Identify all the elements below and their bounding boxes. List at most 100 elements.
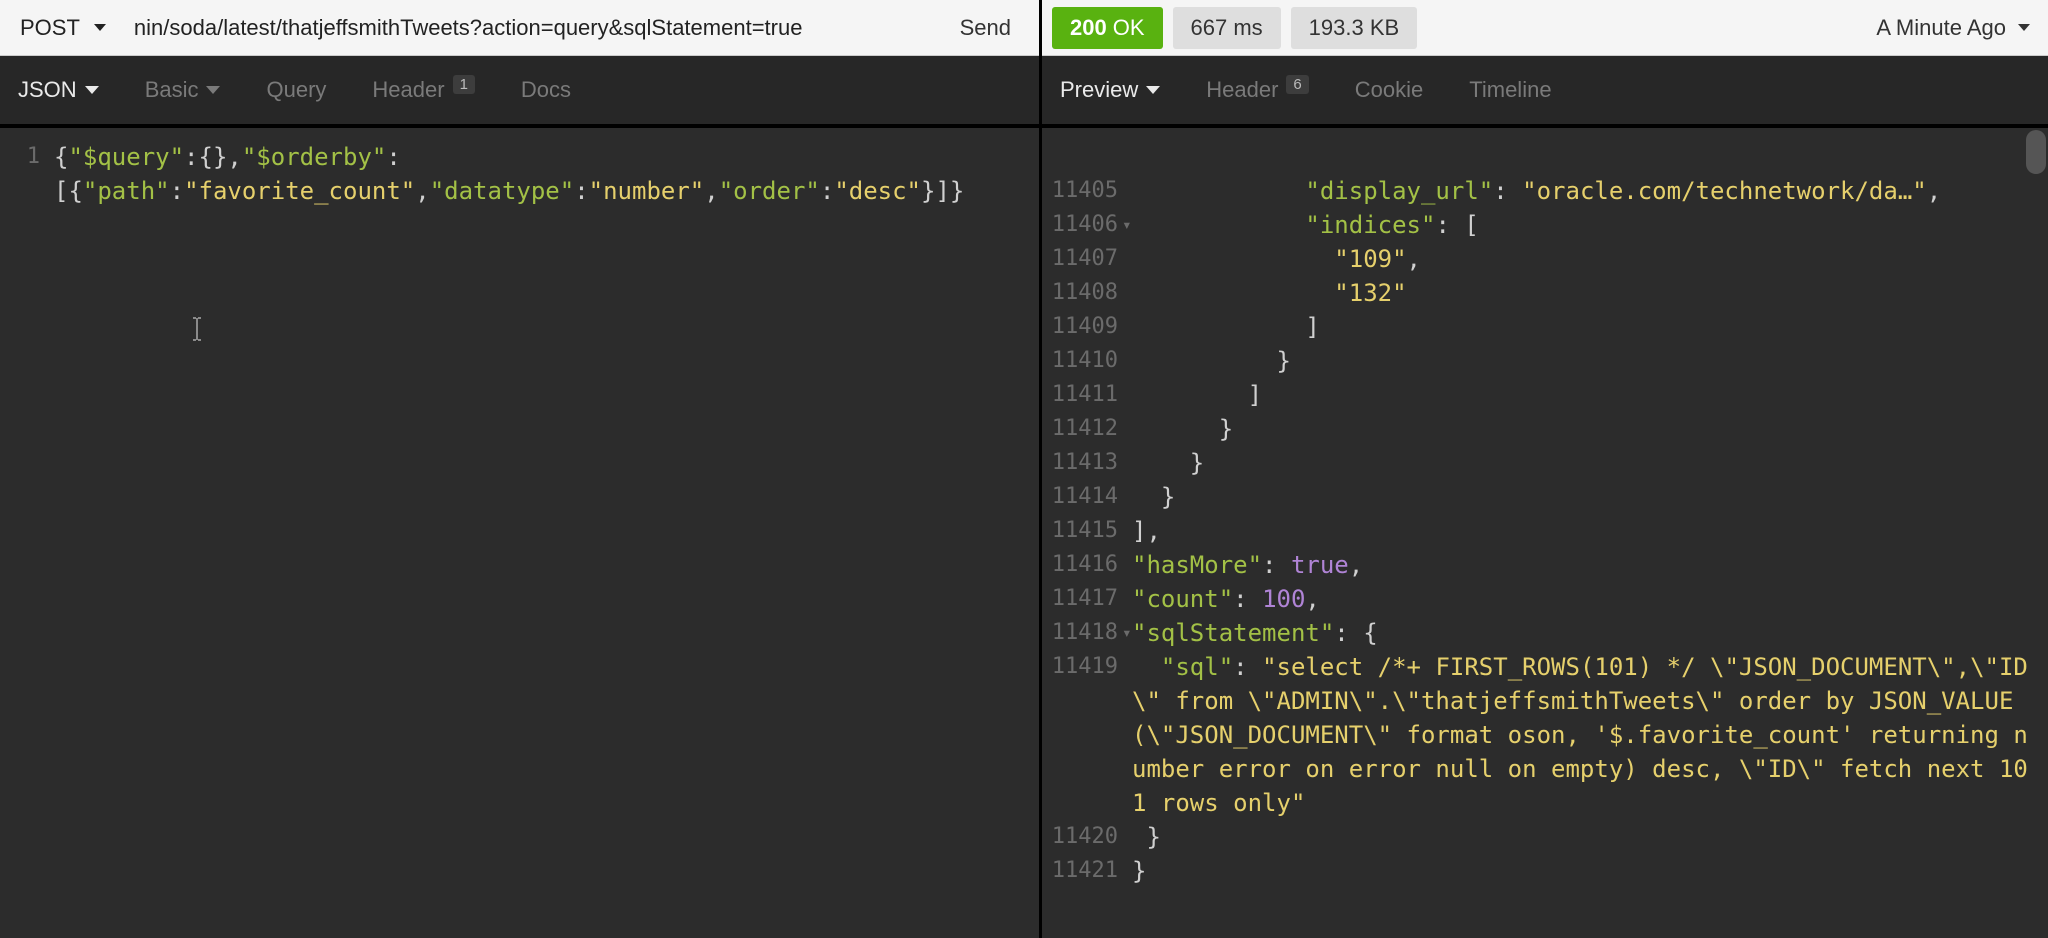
status-code: 200: [1070, 15, 1107, 41]
code-line: 11405 "display_url": "oracle.com/technet…: [1042, 174, 2048, 208]
history-timestamp[interactable]: A Minute Ago: [1876, 15, 2038, 41]
line-number: 11421: [1042, 854, 1132, 888]
response-topbar: 200 OK 667 ms 193.3 KB A Minute Ago: [1042, 0, 2048, 56]
request-topbar: POST Send: [0, 0, 1039, 56]
code-line: 11406▾ "indices": [: [1042, 208, 2048, 242]
code-line: 11409 ]: [1042, 310, 2048, 344]
code-line: 11414 }: [1042, 480, 2048, 514]
tab-auth-basic[interactable]: Basic: [141, 69, 225, 111]
line-number: 11420: [1042, 820, 1132, 854]
line-number: 11414: [1042, 480, 1132, 514]
line-number: 11417: [1042, 582, 1132, 616]
header-count-badge: 1: [453, 75, 475, 94]
line-number: 11407: [1042, 242, 1132, 276]
tab-label: Header: [1206, 77, 1278, 103]
tab-label: Basic: [145, 77, 199, 103]
tab-label: Header: [372, 77, 444, 103]
code-line: 11416 "hasMore": true,: [1042, 548, 2048, 582]
line-number: 1: [0, 140, 54, 208]
code-line: 11407 "109",: [1042, 242, 2048, 276]
line-number: 11408: [1042, 276, 1132, 310]
line-number: [1042, 140, 1132, 174]
line-number: 11411: [1042, 378, 1132, 412]
request-pane: POST Send JSON Basic Query Header 1 Docs: [0, 0, 1042, 938]
line-number: 11419: [1042, 650, 1132, 820]
line-number: 11418▾: [1042, 616, 1132, 650]
request-tabbar: JSON Basic Query Header 1 Docs: [0, 56, 1039, 128]
tab-preview[interactable]: Preview: [1056, 69, 1164, 111]
line-number: 11412: [1042, 412, 1132, 446]
tab-label: JSON: [18, 77, 77, 103]
status-text: OK: [1113, 15, 1145, 41]
code-content: "132": [1132, 276, 2048, 310]
code-content: ],: [1132, 514, 2048, 548]
code-content: "display_url": "oracle.com/technetwork/d…: [1132, 174, 2048, 208]
response-pane: 200 OK 667 ms 193.3 KB A Minute Ago Prev…: [1042, 0, 2048, 938]
code-content: "count": 100,: [1132, 582, 2048, 616]
request-body-editor[interactable]: 1 {"$query":{},"$orderby": [{"path":"fav…: [0, 128, 1039, 938]
response-tabbar: Preview Header 6 Cookie Timeline: [1042, 56, 2048, 128]
code-content: {"$query":{},"$orderby": [{"path":"favor…: [54, 140, 1039, 208]
code-line: [1042, 140, 2048, 174]
code-content: "sqlStatement": {: [1132, 616, 2048, 650]
line-number: 11416: [1042, 548, 1132, 582]
code-content: "109",: [1132, 242, 2048, 276]
code-line: 11412 }: [1042, 412, 2048, 446]
code-content: }: [1132, 480, 2048, 514]
code-content: "sql": "select /*+ FIRST_ROWS(101) */ \"…: [1132, 650, 2048, 820]
code-line: 11415 ],: [1042, 514, 2048, 548]
code-content: }: [1132, 344, 2048, 378]
line-number: 11413: [1042, 446, 1132, 480]
response-body-viewer[interactable]: 11405 "display_url": "oracle.com/technet…: [1042, 128, 2048, 938]
http-method-select[interactable]: POST: [10, 9, 116, 47]
code-line: 11420 }: [1042, 820, 2048, 854]
code-line: 11413 }: [1042, 446, 2048, 480]
timestamp-label: A Minute Ago: [1876, 15, 2006, 41]
text-cursor-icon: [190, 316, 204, 340]
code-content: }: [1132, 412, 2048, 446]
fold-toggle-icon[interactable]: ▾: [1122, 208, 1132, 242]
fold-toggle-icon[interactable]: ▾: [1122, 616, 1132, 650]
status-pill: 200 OK: [1052, 7, 1163, 49]
code-content: ]: [1132, 378, 2048, 412]
tab-docs[interactable]: Docs: [517, 69, 575, 111]
code-content: }: [1132, 854, 2048, 888]
tab-timeline[interactable]: Timeline: [1465, 69, 1555, 111]
code-line: 11419 "sql": "select /*+ FIRST_ROWS(101)…: [1042, 650, 2048, 820]
line-number: 11410: [1042, 344, 1132, 378]
line-number: 11405: [1042, 174, 1132, 208]
caret-down-icon: [206, 86, 220, 94]
code-line: 11408 "132": [1042, 276, 2048, 310]
caret-down-icon: [2018, 24, 2030, 31]
code-content: }: [1132, 820, 2048, 854]
tab-header[interactable]: Header 1: [368, 69, 479, 111]
app-root: POST Send JSON Basic Query Header 1 Docs: [0, 0, 2048, 938]
code-content: "hasMore": true,: [1132, 548, 2048, 582]
code-line: 11418▾ "sqlStatement": {: [1042, 616, 2048, 650]
header-count-badge: 6: [1286, 75, 1308, 94]
code-content: }: [1132, 446, 2048, 480]
code-line: 11417 "count": 100,: [1042, 582, 2048, 616]
send-button[interactable]: Send: [942, 7, 1029, 49]
tab-query[interactable]: Query: [262, 69, 330, 111]
code-content: ]: [1132, 310, 2048, 344]
scrollbar-thumb[interactable]: [2026, 130, 2046, 174]
line-number: 11409: [1042, 310, 1132, 344]
line-number: 11406▾: [1042, 208, 1132, 242]
tab-resp-header[interactable]: Header 6: [1202, 69, 1313, 111]
size-pill: 193.3 KB: [1291, 7, 1418, 49]
tab-label: Preview: [1060, 77, 1138, 103]
code-line: 1 {"$query":{},"$orderby": [{"path":"fav…: [0, 140, 1039, 208]
caret-down-icon: [85, 86, 99, 94]
code-line: 11410 }: [1042, 344, 2048, 378]
code-content: [1132, 140, 2048, 174]
code-content: "indices": [: [1132, 208, 2048, 242]
code-line: 11411 ]: [1042, 378, 2048, 412]
tab-cookie[interactable]: Cookie: [1351, 69, 1427, 111]
caret-down-icon: [1146, 86, 1160, 94]
http-method-label: POST: [20, 15, 80, 41]
line-number: 11415: [1042, 514, 1132, 548]
url-input[interactable]: [126, 9, 932, 47]
tab-body-json[interactable]: JSON: [14, 69, 103, 111]
caret-down-icon: [94, 24, 106, 31]
